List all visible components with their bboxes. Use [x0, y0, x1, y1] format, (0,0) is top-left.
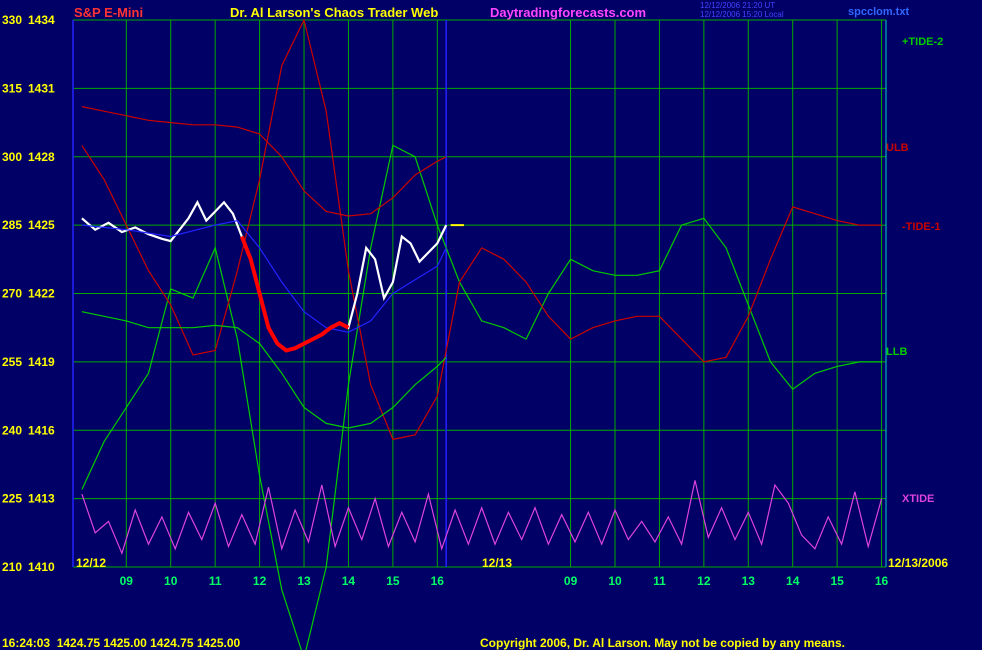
y-tick-price: 1416: [28, 423, 55, 437]
y-tick-count: 300: [2, 150, 22, 164]
x-tick-label: 11: [653, 574, 666, 588]
copyright-notice: Copyright 2006, Dr. Al Larson. May not b…: [480, 636, 845, 650]
x-tick-label: 15: [386, 574, 400, 588]
tide2-label: +TIDE-2: [902, 36, 943, 48]
xtide-label: XTIDE: [902, 493, 934, 505]
x-tick-label: 15: [830, 574, 844, 588]
timestamp-local: 12/12/2006 15:20 Local: [700, 10, 784, 19]
x-tick-label: 10: [608, 574, 622, 588]
quote-readout: 16:24:03 1424.75 1425.00 1424.75 1425.00: [2, 636, 241, 650]
date-label-end: 12/13/2006: [888, 556, 948, 570]
x-tick-label: 10: [164, 574, 178, 588]
y-tick-count: 330: [2, 13, 22, 27]
x-tick-label: 16: [875, 574, 889, 588]
x-tick-label: 14: [786, 574, 800, 588]
y-tick-count: 210: [2, 560, 22, 574]
instrument-label: S&P E-Mini: [74, 5, 143, 20]
x-tick-label: 12: [253, 574, 267, 588]
chart-title: Dr. Al Larson's Chaos Trader Web: [230, 5, 438, 20]
site-label: Daytradingforecasts.com: [490, 5, 646, 20]
date-label-mid: 12/13: [482, 556, 512, 570]
ulb-label: ULB: [886, 142, 909, 154]
x-tick-label: 14: [342, 574, 356, 588]
x-tick-label: 09: [120, 574, 134, 588]
y-tick-count: 240: [2, 423, 22, 437]
y-tick-price: 1434: [28, 13, 55, 27]
x-tick-label: 16: [431, 574, 445, 588]
y-tick-price: 1428: [28, 150, 55, 164]
y-tick-price: 1413: [28, 492, 55, 506]
x-tick-label: 13: [297, 574, 311, 588]
y-tick-price: 1410: [28, 560, 55, 574]
y-tick-count: 285: [2, 218, 22, 232]
x-tick-label: 09: [564, 574, 578, 588]
y-tick-price: 1422: [28, 287, 55, 301]
chaos-chart: S&P E-Mini Dr. Al Larson's Chaos Trader …: [0, 0, 982, 650]
y-tick-price: 1419: [28, 355, 55, 369]
date-label-start: 12/12: [76, 556, 106, 570]
y-tick-count: 315: [2, 81, 22, 95]
filename-label: spcclom.txt: [848, 6, 909, 18]
llb-label: LLB: [886, 346, 907, 358]
tide1-label: -TIDE-1: [902, 221, 941, 233]
x-tick-label: 13: [742, 574, 756, 588]
timestamp-ut: 12/12/2006 21:20 UT: [700, 1, 775, 10]
x-tick-label: 12: [697, 574, 711, 588]
chart-background: [0, 0, 982, 650]
y-tick-count: 225: [2, 492, 22, 506]
y-tick-price: 1425: [28, 218, 55, 232]
y-tick-price: 1431: [28, 81, 55, 95]
y-tick-count: 270: [2, 287, 22, 301]
y-tick-count: 255: [2, 355, 22, 369]
x-tick-label: 11: [209, 574, 222, 588]
